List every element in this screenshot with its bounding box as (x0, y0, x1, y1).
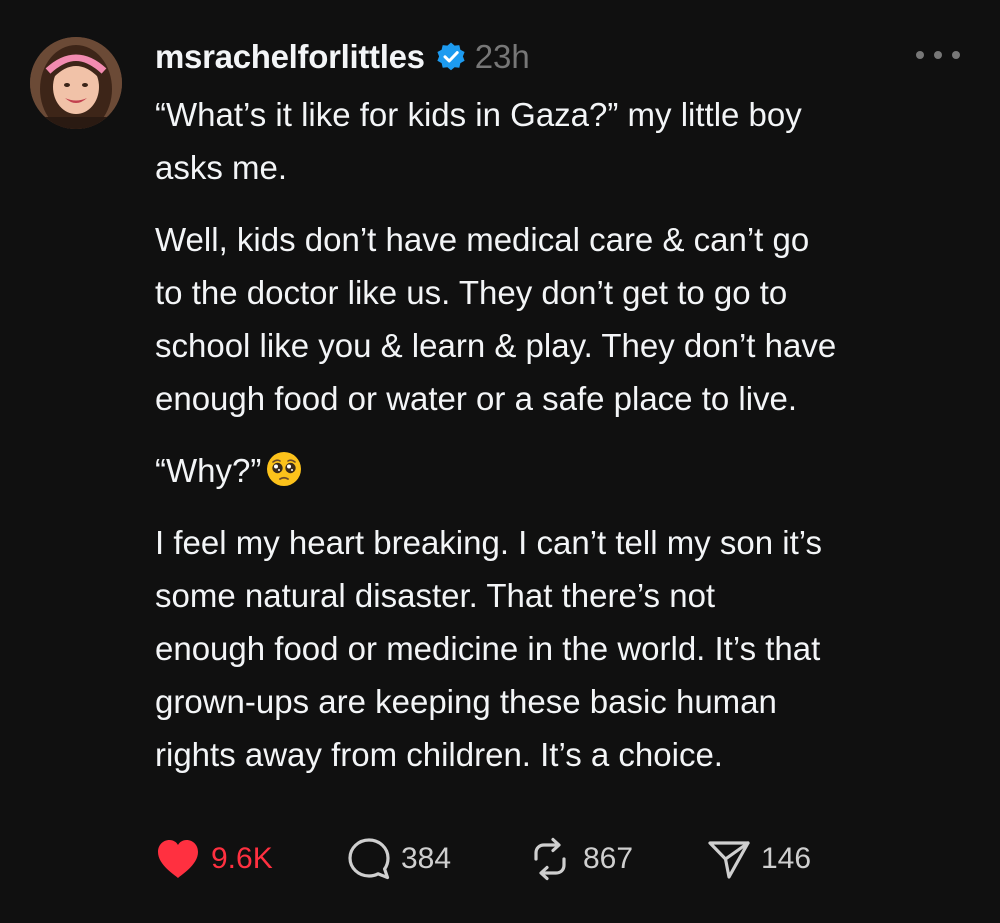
heart-icon (158, 840, 198, 878)
post-paragraph: I feel my heart breaking. I can’t tell m… (155, 516, 975, 781)
post-paragraph: “Why?” (155, 444, 975, 497)
more-dot-icon (952, 51, 960, 59)
thread-post: msrachelforlittles 23h “What’s it like f… (0, 0, 1000, 923)
post-text-fragment: “Why?” (155, 452, 262, 489)
reply-button[interactable]: 384 (347, 837, 527, 881)
paper-plane-icon (708, 841, 750, 879)
more-dot-icon (934, 51, 942, 59)
share-count: 146 (761, 842, 812, 875)
post-body: “What’s it like for kids in Gaza?” my li… (155, 88, 975, 800)
post-text-line: asks me. (155, 149, 288, 186)
username[interactable]: msrachelforlittles (155, 38, 425, 76)
post-text-line: some natural disaster. That there’s not (155, 577, 716, 614)
post-paragraph: Well, kids don’t have medical care & can… (155, 213, 975, 425)
post-timestamp: 23h (474, 38, 530, 75)
verified-badge-icon (435, 41, 467, 73)
post-text-line: enough food or water or a safe place to … (155, 380, 798, 417)
post-text-line: “What’s it like for kids in Gaza?” my li… (155, 96, 802, 133)
like-count: 9.6K (211, 842, 273, 875)
repost-button[interactable]: 867 (527, 837, 707, 881)
pleading-face-emoji (265, 450, 303, 488)
post-action-bar: 9.6K 384 867 146 (155, 833, 847, 885)
avatar[interactable] (30, 37, 122, 129)
share-button[interactable]: 146 (707, 837, 847, 881)
post-text-line: I feel my heart breaking. I can’t tell m… (155, 524, 823, 561)
more-dot-icon (916, 51, 924, 59)
repost-count: 867 (583, 842, 634, 875)
post-text-line: rights away from children. It’s a choice… (155, 736, 723, 773)
post-paragraph: “What’s it like for kids in Gaza?” my li… (155, 88, 975, 194)
post-text-line: Well, kids don’t have medical care & can… (155, 221, 810, 258)
repost-icon (534, 837, 566, 881)
speech-bubble-icon (348, 838, 390, 880)
post-text-line: enough food or medicine in the world. It… (155, 630, 821, 667)
post-text-line: to the doctor like us. They don’t get to… (155, 274, 788, 311)
post-header: msrachelforlittles 23h (155, 33, 530, 81)
post-text-line: grown-ups are keeping these basic human (155, 683, 777, 720)
like-button[interactable]: 9.6K (155, 838, 305, 880)
post-text-line: school like you & learn & play. They don… (155, 327, 837, 364)
post-text-line: “Why?” (155, 444, 975, 497)
more-options-button[interactable] (916, 40, 960, 70)
reply-count: 384 (401, 842, 452, 875)
